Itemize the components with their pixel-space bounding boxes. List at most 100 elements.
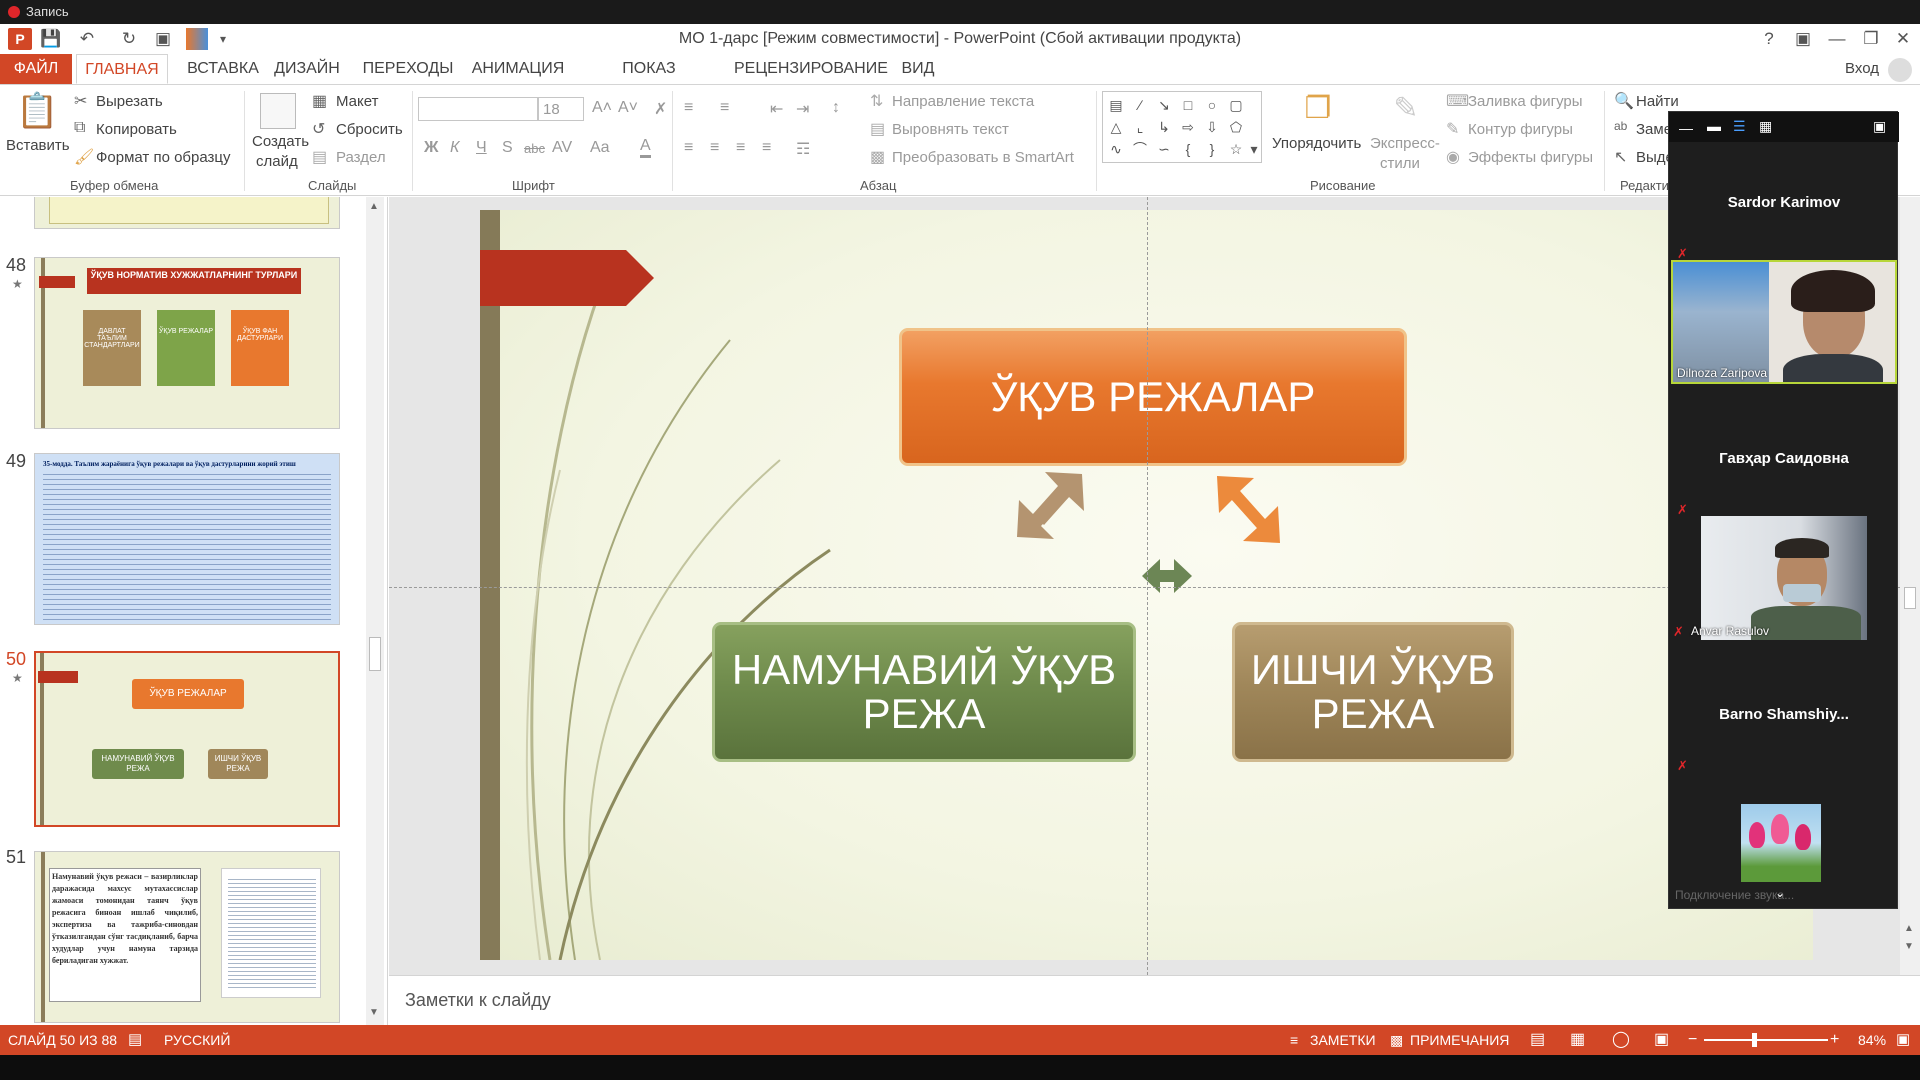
arrange-icon[interactable]: ❐: [1298, 91, 1338, 129]
new-slide-button[interactable]: Создать: [252, 133, 309, 150]
layout-button[interactable]: Макет: [336, 93, 378, 110]
font-name-combobox[interactable]: [418, 97, 538, 121]
star-shape-icon[interactable]: ☆: [1227, 140, 1245, 158]
reset-button[interactable]: Сбросить: [336, 121, 403, 138]
notes-toggle-button[interactable]: ЗАМЕТКИ: [1310, 1025, 1376, 1055]
comments-toggle-button[interactable]: ПРИМЕЧАНИЯ: [1410, 1025, 1509, 1055]
right-brace-icon[interactable]: }: [1203, 140, 1221, 158]
elbow-connector-icon[interactable]: ⌞: [1131, 118, 1149, 136]
thumbnail-slide-49[interactable]: 35-модда. Таълим жараёнига ўқув режалари…: [34, 453, 340, 625]
comments-toggle-icon[interactable]: ▩: [1390, 1025, 1403, 1055]
tab-file[interactable]: ФАЙЛ: [0, 54, 72, 84]
next-slide-icon[interactable]: ▼: [1904, 941, 1914, 952]
thumbnails-scrollbar[interactable]: ▲ ▼: [366, 197, 384, 1025]
right-arrow-shape-icon[interactable]: ⇨: [1179, 118, 1197, 136]
justify-icon[interactable]: ≡: [762, 139, 771, 157]
down-arrow-shape-icon[interactable]: ⇩: [1203, 118, 1221, 136]
shape-fill-button[interactable]: Заливка фигуры: [1468, 93, 1583, 110]
numbering-icon[interactable]: ≡: [720, 99, 729, 117]
shapes-gallery[interactable]: ▤ ∕ ↘ □ ○ ▢ △ ⌞ ↳ ⇨ ⇩ ⬠ ∿ ⌒ ∽ { } ☆ ▾: [1102, 91, 1262, 163]
clear-format-icon[interactable]: ✗: [654, 99, 667, 119]
exit-panel-icon[interactable]: ▣: [1873, 118, 1886, 135]
italic-button[interactable]: К: [450, 139, 459, 157]
model-plan-box[interactable]: НАМУНАВИЙ ЎҚУВ РЕЖА: [712, 622, 1136, 762]
working-plan-box[interactable]: ИШЧИ ЎҚУВ РЕЖА: [1232, 622, 1514, 762]
arrow-line-shape-icon[interactable]: ↘: [1155, 96, 1173, 114]
change-case-button[interactable]: Aa: [590, 139, 610, 157]
character-spacing-button[interactable]: AV: [552, 139, 572, 157]
replace-button[interactable]: Заме: [1636, 121, 1672, 138]
signin-link[interactable]: Вход: [1840, 54, 1884, 84]
more-shapes-icon[interactable]: ▾: [1247, 140, 1261, 158]
notes-toggle-icon[interactable]: ≡: [1290, 1025, 1298, 1055]
zoom-out-icon[interactable]: −: [1688, 1025, 1697, 1055]
thumbnail-slide-47[interactable]: [34, 197, 340, 229]
strikethrough-button[interactable]: abc: [524, 141, 545, 156]
normal-view-icon[interactable]: ▤: [1530, 1025, 1545, 1055]
slideshow-view-icon[interactable]: ▣: [1654, 1025, 1669, 1055]
zoom-slider-thumb[interactable]: [1752, 1033, 1757, 1047]
text-direction-button[interactable]: Направление текста: [892, 93, 1034, 110]
close-icon[interactable]: ✕: [1886, 24, 1920, 54]
format-painter-button[interactable]: Формат по образцу: [96, 149, 231, 166]
language-indicator[interactable]: РУССКИЙ: [164, 1025, 230, 1055]
oval-shape-icon[interactable]: ○: [1203, 96, 1221, 114]
speaker-view-icon[interactable]: ▬: [1707, 118, 1721, 134]
spellcheck-icon[interactable]: ▤: [128, 1025, 142, 1055]
gallery-view-icon[interactable]: ▦: [1759, 118, 1772, 135]
restore-icon[interactable]: ❐: [1854, 24, 1888, 54]
underline-button[interactable]: Ч: [476, 139, 487, 157]
rounded-rect-shape-icon[interactable]: ▢: [1227, 96, 1245, 114]
participant-video[interactable]: ✗ Anvar Rasulov: [1671, 516, 1897, 640]
align-center-icon[interactable]: ≡: [710, 139, 719, 157]
tab-slideshow[interactable]: ПОКАЗ СЛАЙДОВ: [584, 54, 714, 107]
ribbon-display-icon[interactable]: ▣: [1786, 24, 1820, 54]
rectangle-shape-icon[interactable]: □: [1179, 96, 1197, 114]
tab-review[interactable]: РЕЦЕНЗИРОВАНИЕ: [734, 54, 888, 84]
quick-styles-button[interactable]: Экспресс-: [1370, 135, 1440, 152]
avatar[interactable]: [1888, 58, 1912, 82]
minimize-icon[interactable]: —: [1820, 24, 1854, 54]
reading-view-icon[interactable]: ◯: [1612, 1025, 1630, 1055]
arrange-button[interactable]: Упорядочить: [1272, 135, 1361, 152]
fit-to-window-icon[interactable]: ▣: [1896, 1025, 1910, 1055]
columns-icon[interactable]: ☶: [796, 139, 810, 159]
thumbnail-slide-51[interactable]: Намунавий ўқув режаси – вазирликлар дара…: [34, 851, 340, 1023]
notes-pane[interactable]: Заметки к слайду: [389, 975, 1920, 1025]
help-button[interactable]: ?: [1752, 24, 1786, 54]
slide-sorter-icon[interactable]: ▦: [1570, 1025, 1585, 1055]
line-shape-icon[interactable]: ∕: [1131, 96, 1149, 114]
tab-transitions[interactable]: ПЕРЕХОДЫ: [360, 54, 456, 84]
tab-view[interactable]: ВИД: [898, 54, 938, 84]
cut-button[interactable]: Вырезать: [96, 93, 163, 110]
find-button[interactable]: Найти: [1636, 93, 1679, 110]
tab-animation[interactable]: АНИМАЦИЯ: [468, 54, 568, 84]
text-shadow-button[interactable]: S: [502, 139, 513, 157]
align-left-icon[interactable]: ≡: [684, 139, 693, 157]
grow-font-icon[interactable]: A˄: [592, 99, 612, 117]
convert-smartart-button[interactable]: Преобразовать в SmartArt: [892, 149, 1074, 166]
curve-shape-icon[interactable]: ∽: [1155, 140, 1173, 158]
paste-icon[interactable]: 📋: [16, 91, 58, 135]
zoom-in-icon[interactable]: +: [1830, 1025, 1839, 1055]
shrink-font-icon[interactable]: A˅: [618, 99, 638, 117]
scroll-down-icon[interactable]: ▼: [369, 1007, 379, 1018]
section-button[interactable]: Раздел: [336, 149, 386, 166]
font-size-combobox[interactable]: 18: [538, 97, 584, 121]
scroll-up-icon[interactable]: ▲: [369, 201, 379, 212]
textbox-shape-icon[interactable]: ▤: [1107, 96, 1125, 114]
tab-design[interactable]: ДИЗАЙН: [272, 54, 342, 84]
paste-button[interactable]: Вставить: [6, 137, 70, 154]
plans-title-box[interactable]: ЎҚУВ РЕЖАЛАР: [899, 328, 1407, 466]
slide-scroll-thumb[interactable]: [1904, 587, 1916, 609]
align-right-icon[interactable]: ≡: [736, 139, 745, 157]
zoom-level[interactable]: 84%: [1858, 1025, 1886, 1055]
arc-shape-icon[interactable]: ⌒: [1131, 140, 1149, 158]
scroll-down-icon[interactable]: ⌄: [1775, 886, 1785, 900]
thumbnails-scroll-thumb[interactable]: [369, 637, 381, 671]
thumbnail-slide-48[interactable]: ЎҚУВ НОРМАТИВ ХУЖЖАТЛАРНИНГ ТУРЛАРИ ДАВЛ…: [34, 257, 340, 429]
slide-scrollbar[interactable]: ▲ ▼: [1900, 197, 1920, 975]
tab-insert[interactable]: ВСТАВКА: [178, 54, 268, 84]
decrease-indent-icon[interactable]: ⇤: [770, 99, 783, 119]
font-color-button[interactable]: A: [640, 137, 651, 158]
